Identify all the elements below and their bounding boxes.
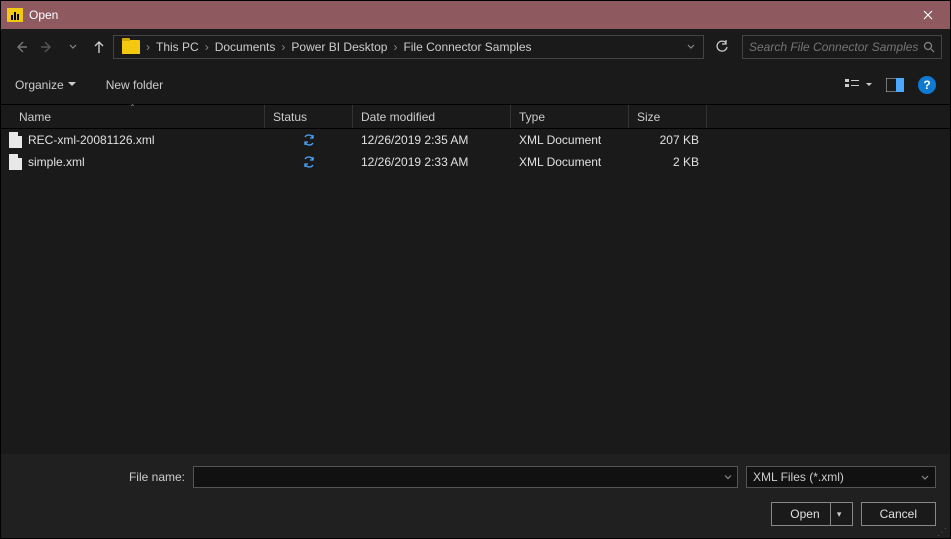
refresh-icon [715, 40, 729, 54]
folder-icon [122, 40, 140, 54]
file-name: REC-xml-20081126.xml [28, 133, 155, 147]
sync-status [265, 133, 353, 147]
column-header-size[interactable]: Size [629, 105, 707, 128]
chevron-down-icon [724, 475, 732, 480]
chevron-down-icon [687, 44, 695, 50]
table-row[interactable]: simple.xml 12/26/2019 2:33 AM XML Docume… [1, 151, 950, 173]
column-headers: ⌃Name Status Date modified Type Size [1, 105, 950, 129]
breadcrumb[interactable]: File Connector Samples [399, 40, 535, 54]
organize-button[interactable]: Organize [15, 78, 76, 92]
filename-input[interactable] [193, 466, 738, 488]
toolbar: Organize New folder ? [1, 65, 950, 105]
file-icon [9, 154, 22, 170]
address-bar[interactable]: › This PC › Documents › Power BI Desktop… [113, 35, 704, 59]
window-close-button[interactable] [906, 1, 950, 29]
sync-icon [302, 133, 316, 147]
chevron-right-icon: › [203, 40, 211, 54]
chevron-right-icon: › [391, 40, 399, 54]
file-icon [9, 132, 22, 148]
file-type-filter[interactable]: XML Files (*.xml) [746, 466, 936, 488]
preview-pane-button[interactable] [886, 78, 904, 92]
column-header-date[interactable]: Date modified [353, 105, 511, 128]
search-box[interactable] [742, 35, 942, 59]
chevron-right-icon: › [144, 40, 152, 54]
resize-grip-icon[interactable]: ⋰ [937, 530, 948, 536]
sync-icon [302, 155, 316, 169]
dialog-footer: File name: XML Files (*.xml) Open ▾ Cance… [1, 454, 950, 538]
nav-back-button[interactable] [9, 35, 33, 59]
title-bar: Open [1, 1, 950, 29]
table-row[interactable]: REC-xml-20081126.xml 12/26/2019 2:35 AM … [1, 129, 950, 151]
breadcrumb[interactable]: Power BI Desktop [287, 40, 391, 54]
search-icon [923, 41, 935, 53]
close-icon [923, 10, 933, 20]
view-list-icon [845, 78, 865, 92]
new-folder-button[interactable]: New folder [106, 78, 163, 92]
file-date: 12/26/2019 2:35 AM [353, 133, 511, 147]
column-header-status[interactable]: Status [265, 105, 353, 128]
file-size: 2 KB [629, 155, 707, 169]
refresh-button[interactable] [710, 35, 734, 59]
nav-forward-button[interactable] [35, 35, 59, 59]
file-type: XML Document [511, 133, 629, 147]
address-dropdown[interactable] [687, 44, 699, 50]
preview-pane-icon [886, 78, 904, 92]
view-mode-button[interactable] [845, 78, 872, 92]
app-icon [7, 8, 23, 22]
arrow-right-icon [40, 40, 54, 54]
arrow-left-icon [14, 40, 28, 54]
open-button[interactable]: Open ▾ [771, 502, 852, 526]
recent-locations-button[interactable] [61, 35, 85, 59]
caret-down-icon [68, 82, 76, 87]
open-split-button[interactable]: ▾ [830, 503, 848, 525]
nav-bar: › This PC › Documents › Power BI Desktop… [1, 29, 950, 65]
caret-down-icon [866, 83, 872, 87]
help-button[interactable]: ? [918, 76, 936, 94]
file-type: XML Document [511, 155, 629, 169]
column-header-type[interactable]: Type [511, 105, 629, 128]
file-date: 12/26/2019 2:33 AM [353, 155, 511, 169]
chevron-right-icon: › [279, 40, 287, 54]
help-icon: ? [923, 78, 930, 92]
search-input[interactable] [749, 40, 923, 54]
sync-status [265, 155, 353, 169]
filename-label: File name: [15, 470, 185, 484]
nav-up-button[interactable] [87, 35, 111, 59]
file-size: 207 KB [629, 133, 707, 147]
chevron-down-icon [921, 475, 929, 480]
file-list: REC-xml-20081126.xml 12/26/2019 2:35 AM … [1, 129, 950, 173]
breadcrumb[interactable]: Documents [211, 40, 280, 54]
cancel-button[interactable]: Cancel [861, 502, 936, 526]
open-label: Open [790, 507, 819, 521]
cancel-label: Cancel [880, 507, 917, 521]
file-name: simple.xml [28, 155, 85, 169]
organize-label: Organize [15, 78, 64, 92]
new-folder-label: New folder [106, 78, 163, 92]
window-title: Open [29, 8, 58, 22]
arrow-up-icon [92, 40, 106, 54]
sort-indicator-icon: ⌃ [129, 103, 136, 112]
column-header-name[interactable]: ⌃Name [1, 105, 265, 128]
breadcrumb[interactable]: This PC [152, 40, 203, 54]
filter-label: XML Files (*.xml) [753, 470, 844, 484]
filename-dropdown[interactable] [724, 475, 732, 480]
chevron-down-icon [69, 44, 77, 50]
